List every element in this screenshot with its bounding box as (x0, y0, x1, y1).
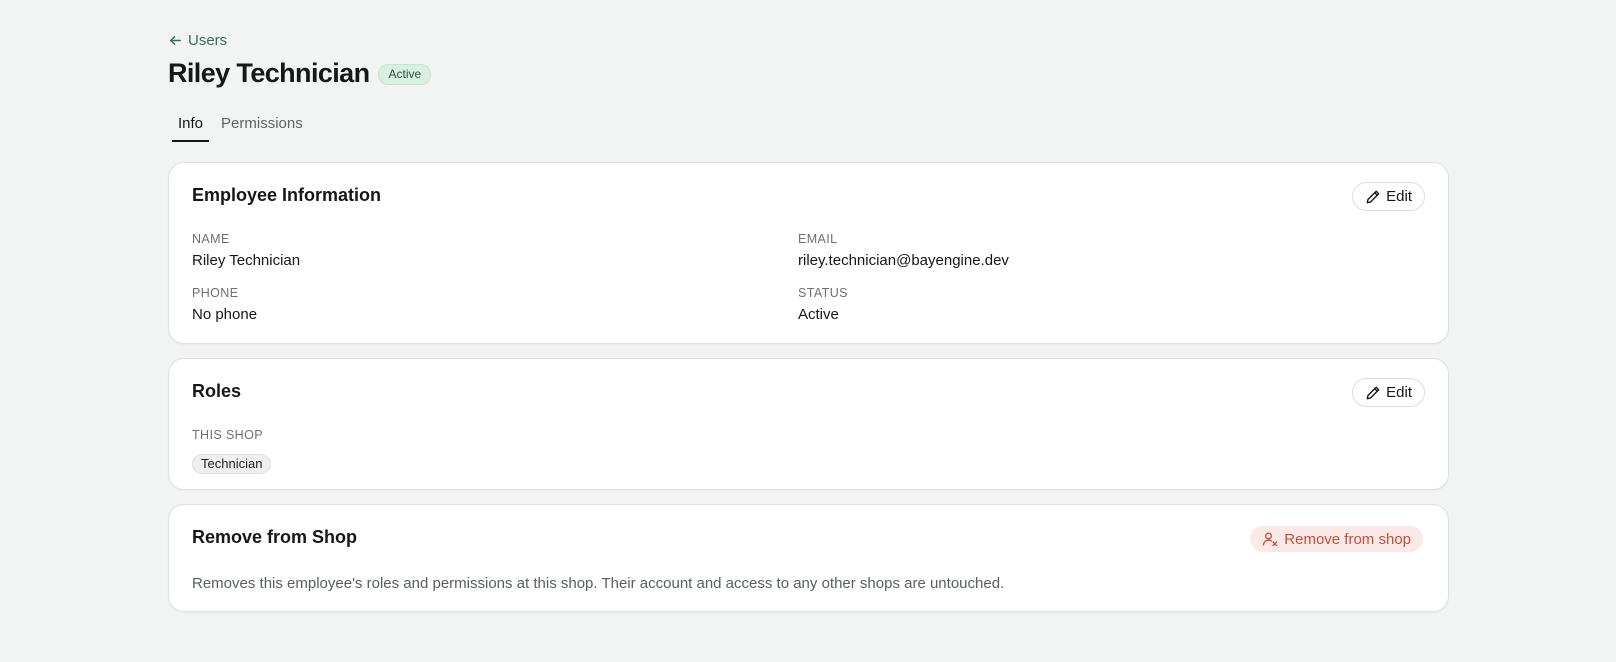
remove-from-shop-label: Remove from shop (1284, 530, 1411, 548)
page-title: Riley Technician (168, 58, 370, 88)
user-remove-icon (1263, 532, 1278, 547)
roles-title: Roles (192, 381, 242, 401)
phone-label: PHONE (192, 286, 239, 300)
back-link-label: Users (188, 32, 228, 49)
employee-information-title: Employee Information (192, 185, 382, 205)
title-row: Riley Technician Active (168, 58, 432, 89)
tab-bar: Info Permissions (172, 108, 315, 142)
tab-info[interactable]: Info (172, 108, 210, 142)
name-label: NAME (192, 232, 230, 246)
edit-employee-information-button[interactable]: Edit (1352, 182, 1425, 211)
remove-from-shop-description: Removes this employee's roles and permis… (192, 575, 1005, 592)
edit-label: Edit (1386, 188, 1412, 205)
remove-from-shop-title: Remove from Shop (192, 527, 358, 547)
tab-permissions[interactable]: Permissions (215, 108, 309, 142)
role-chip: Technician (192, 454, 272, 474)
remove-from-shop-card: Remove from Shop Remove from shop Remove… (168, 504, 1449, 612)
phone-value: No phone (192, 306, 258, 323)
roles-card: Roles Edit THIS SHOP Technician (168, 358, 1449, 490)
page: Users Riley Technician Active Info Permi… (0, 0, 1616, 662)
pencil-icon (1366, 190, 1380, 203)
remove-from-shop-button[interactable]: Remove from shop (1250, 526, 1423, 552)
name-value: Riley Technician (192, 252, 301, 269)
employee-information-card: Employee Information Edit NAME Riley Tec… (168, 162, 1449, 344)
edit-roles-button[interactable]: Edit (1352, 378, 1425, 407)
edit-label: Edit (1386, 384, 1412, 401)
email-value: riley.technician@bayengine.dev (798, 252, 1009, 269)
status-value: Active (798, 306, 839, 323)
arrow-left-icon (170, 36, 181, 45)
pencil-icon (1366, 386, 1380, 399)
this-shop-label: THIS SHOP (192, 428, 263, 442)
email-label: EMAIL (798, 232, 838, 246)
status-label: STATUS (798, 286, 848, 300)
status-badge: Active (378, 64, 432, 85)
back-to-users-link[interactable]: Users (168, 32, 227, 49)
